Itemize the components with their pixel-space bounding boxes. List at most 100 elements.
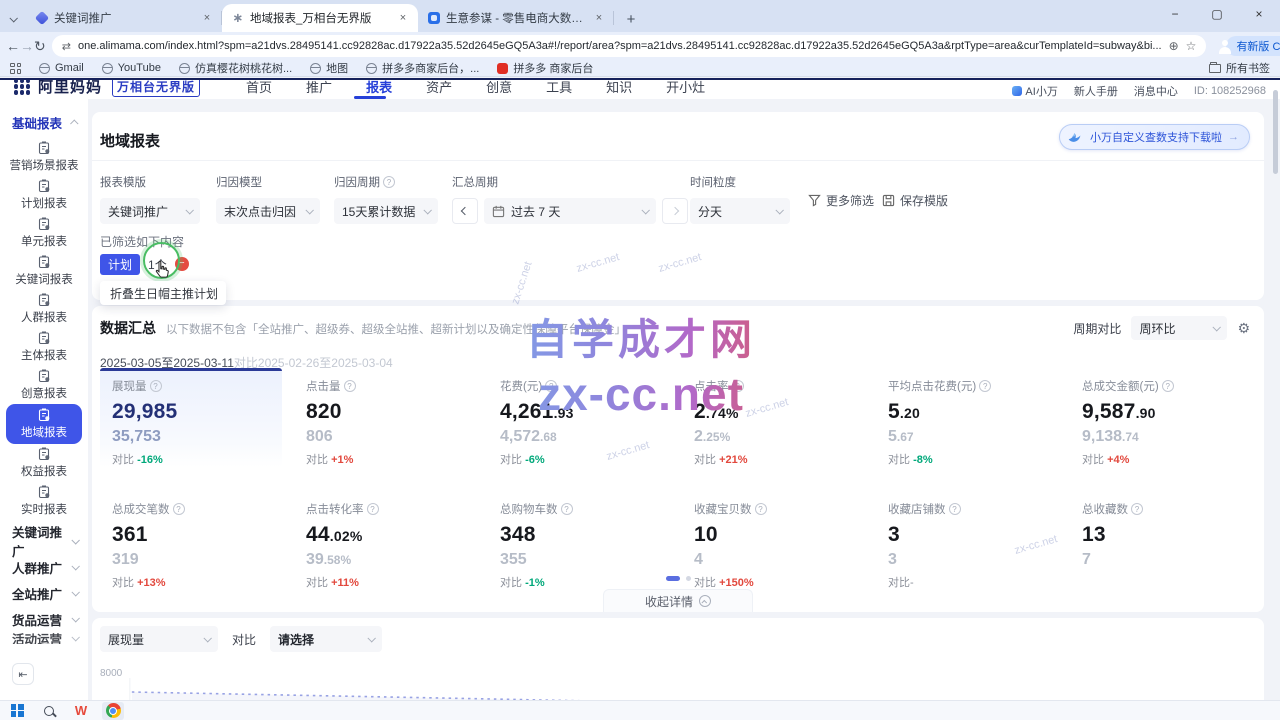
help-icon[interactable]: ?	[949, 503, 961, 515]
metric-card[interactable]: 平均点击花费(元)? 5.20 5.67 对比 -8%	[876, 368, 1058, 467]
tab-close-icon[interactable]: ×	[396, 11, 410, 25]
sidebar-report-item[interactable]: 人群报表	[6, 290, 82, 328]
metric-card[interactable]: 点击量? 820 806 对比 +1%	[294, 368, 476, 467]
bookmark-item[interactable]: 地图	[310, 60, 348, 76]
report-template-dropdown[interactable]: 关键词推广	[100, 198, 200, 224]
sidebar-report-item[interactable]: 实时报表	[6, 482, 82, 520]
metric-card[interactable]: 花费(元)? 4,261.93 4,572.68 对比 -6%	[488, 368, 670, 467]
site-nav-item[interactable]: 工具	[546, 78, 572, 96]
all-bookmarks-button[interactable]: 所有书签	[1209, 60, 1270, 76]
collapse-details-button[interactable]: 收起详情	[603, 589, 753, 612]
sidebar-group[interactable]: 货品运营	[0, 606, 88, 632]
sidebar-group[interactable]: 关键词推广	[0, 528, 88, 554]
filter-chip-plan[interactable]: 计划	[100, 254, 140, 275]
remove-filter-icon[interactable]: −	[175, 257, 189, 271]
chart-metric-dropdown[interactable]: 展现量	[100, 626, 218, 652]
help-icon[interactable]: ?	[979, 380, 991, 392]
attribution-model-dropdown[interactable]: 末次点击归因	[216, 198, 320, 224]
gear-icon[interactable]: ⚙	[1237, 320, 1250, 337]
date-range-dropdown[interactable]: 过去 7 天	[484, 198, 656, 224]
sidebar-group[interactable]: 活动运营	[0, 632, 88, 644]
next-period-button[interactable]	[662, 198, 688, 224]
help-icon[interactable]: ?	[732, 380, 744, 392]
xiaowan-download-banner[interactable]: 小万自定义查数支持下载啦 →	[1059, 124, 1250, 150]
scrollbar-thumb[interactable]	[1273, 90, 1278, 174]
help-icon[interactable]: ?	[383, 176, 395, 188]
sidebar-group-basic-reports[interactable]: 基础报表	[12, 113, 78, 132]
sidebar-report-item[interactable]: 关键词报表	[6, 252, 82, 290]
page-scrollbar[interactable]	[1273, 78, 1279, 698]
sidebar-report-item[interactable]: 地域报表	[6, 404, 82, 444]
taskbar-search-button[interactable]	[38, 702, 60, 720]
site-info-icon[interactable]: ⇄	[62, 40, 71, 53]
sidebar-group[interactable]: 人群推广	[0, 554, 88, 580]
chart-compare-dropdown[interactable]: 请选择	[270, 626, 382, 652]
help-icon[interactable]: ?	[150, 380, 162, 392]
carousel-dot[interactable]	[686, 576, 691, 581]
site-nav-item[interactable]: 资产	[426, 78, 452, 96]
zoom-page-icon[interactable]: ⊕	[1169, 39, 1179, 53]
refresh-button[interactable]: ↻	[34, 33, 46, 59]
sidebar-report-item[interactable]: 创意报表	[6, 366, 82, 404]
back-button[interactable]: ←	[6, 33, 20, 59]
sidebar-collapse-button[interactable]: ⇤	[12, 663, 34, 685]
tab-close-icon[interactable]: ×	[592, 11, 606, 25]
brand-name[interactable]: 阿里妈妈	[38, 78, 102, 97]
sidebar-report-item[interactable]: 计划报表	[6, 176, 82, 214]
ai-helper-link[interactable]: AI小万	[1012, 83, 1057, 99]
help-icon[interactable]: ?	[173, 503, 185, 515]
newbie-guide-link[interactable]: 新人手册	[1074, 83, 1118, 99]
site-nav-item[interactable]: 报表	[366, 78, 392, 96]
compare-mode-dropdown[interactable]: 周环比	[1131, 316, 1227, 340]
sidebar-report-item[interactable]: 营销场景报表	[6, 138, 82, 176]
metric-card[interactable]: 展现量? 29,985 35,753 对比 -16%	[100, 368, 282, 467]
bookmark-item[interactable]: 拼多多商家后台，...	[366, 60, 479, 76]
new-tab-button[interactable]: +	[618, 6, 644, 32]
site-nav-item[interactable]: 首页	[246, 78, 272, 96]
message-center-link[interactable]: 消息中心	[1134, 83, 1178, 99]
forward-button[interactable]: →	[20, 33, 34, 59]
attribution-window-dropdown[interactable]: 15天累计数据	[334, 198, 438, 224]
bookmark-item[interactable]: YouTube	[102, 60, 161, 76]
help-icon[interactable]: ?	[755, 503, 767, 515]
bookmark-star-icon[interactable]: ☆	[1186, 39, 1197, 53]
browser-tab[interactable]: 生意参谋 - 零售电商大数据产品 ×	[418, 4, 614, 32]
address-bar[interactable]: ⇄ one.alimama.com/index.html?spm=a21dvs.…	[52, 35, 1207, 57]
help-icon[interactable]: ?	[561, 503, 573, 515]
site-nav-item[interactable]: 知识	[606, 78, 632, 96]
granularity-dropdown[interactable]: 分天	[690, 198, 790, 224]
help-icon[interactable]: ?	[344, 380, 356, 392]
chrome-update-button[interactable]: 有新版 Chrome 可用	[1226, 36, 1280, 56]
alimama-logo-icon[interactable]	[14, 79, 30, 95]
metric-card[interactable]: 总成交金额(元)? 9,587.90 9,138.74 对比 +4%	[1070, 368, 1252, 467]
chrome-app-button[interactable]	[102, 702, 124, 720]
window-maximize-button[interactable]: ▢	[1196, 0, 1238, 28]
more-filters-button[interactable]: 更多筛选	[808, 192, 874, 209]
tab-close-icon[interactable]: ×	[200, 11, 214, 25]
site-nav-item[interactable]: 开小灶	[666, 78, 705, 96]
help-icon[interactable]: ?	[545, 380, 557, 392]
browser-tab[interactable]: 关键词推广 ×	[26, 4, 222, 32]
window-minimize-button[interactable]: −	[1154, 0, 1196, 28]
bookmark-item[interactable]: Gmail	[39, 60, 84, 76]
carousel-dot-active[interactable]	[666, 576, 680, 581]
metric-card[interactable]: 点击率? 2.74% 2.25% 对比 +21%	[682, 368, 864, 467]
sidebar-group[interactable]: 全站推广	[0, 580, 88, 606]
save-template-button[interactable]: 保存模版	[882, 192, 948, 209]
window-close-button[interactable]: ×	[1238, 0, 1280, 28]
help-icon[interactable]: ?	[367, 503, 379, 515]
bookmark-item[interactable]: 拼多多 商家后台	[497, 60, 593, 76]
wps-app-button[interactable]: W	[70, 702, 92, 720]
apps-grid-icon[interactable]	[10, 63, 21, 74]
site-nav-item[interactable]: 创意	[486, 78, 512, 96]
site-nav-item[interactable]: 推广	[306, 78, 332, 96]
help-icon[interactable]: ?	[1162, 380, 1174, 392]
sidebar-report-item[interactable]: 权益报表	[6, 444, 82, 482]
start-button[interactable]	[6, 702, 28, 720]
plan-dropdown-item[interactable]: 折叠生日帽主推计划	[100, 281, 226, 305]
tab-search-icon[interactable]	[0, 6, 26, 32]
browser-tab[interactable]: 地域报表_万相台无界版 ×	[222, 4, 418, 32]
sidebar-report-item[interactable]: 单元报表	[6, 214, 82, 252]
help-icon[interactable]: ?	[1131, 503, 1143, 515]
sidebar-report-item[interactable]: 主体报表	[6, 328, 82, 366]
